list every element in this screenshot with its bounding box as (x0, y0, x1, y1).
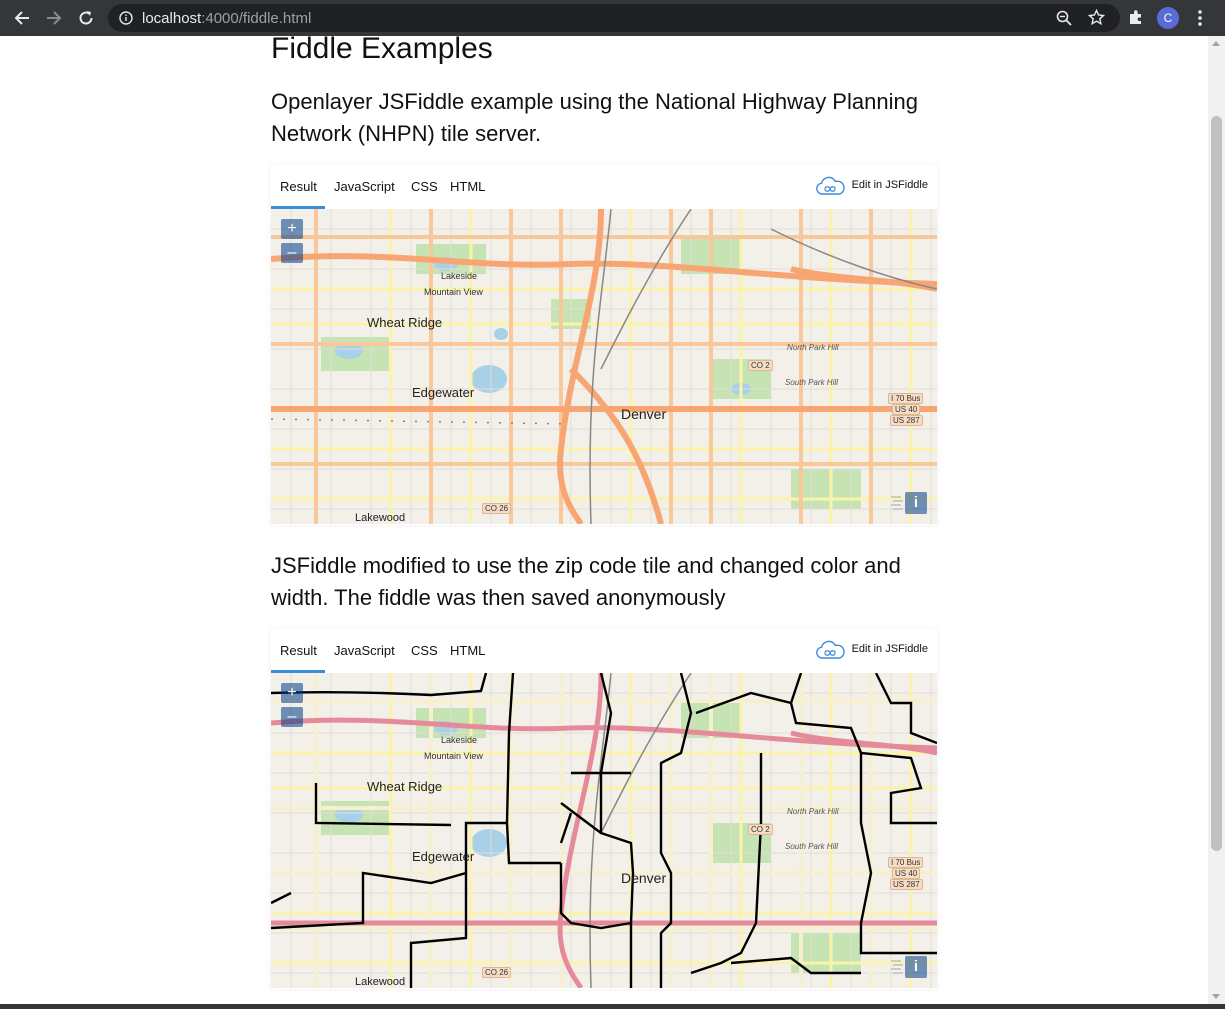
page-title: Fiddle Examples (271, 36, 493, 65)
tab-css[interactable]: CSS (411, 643, 438, 658)
label-denver: Denver (621, 406, 667, 422)
attribution-info-button[interactable]: i (905, 492, 927, 514)
scroll-up-arrow-icon[interactable] (1212, 41, 1220, 46)
tab-result[interactable]: Result (280, 179, 317, 194)
shield-co2: CO 2 (748, 824, 773, 835)
fiddle-tabs: Result JavaScript CSS HTML Edit in JSFid… (271, 165, 937, 209)
label-south-park-hill: South Park Hill (785, 378, 838, 387)
label-north-park-hill: North Park Hill (787, 343, 839, 352)
label-wheat-ridge: Wheat Ridge (367, 779, 443, 794)
label-denver: Denver (621, 870, 667, 886)
jsfiddle-cloud-icon[interactable] (814, 639, 846, 661)
tab-javascript[interactable]: JavaScript (334, 643, 395, 658)
jsfiddle-embed-2: Result JavaScript CSS HTML Edit in JSFid… (271, 629, 937, 989)
jsfiddle-cloud-icon[interactable] (814, 175, 846, 197)
zoom-out-button[interactable]: – (281, 707, 303, 727)
shield-i70bus: I 70 Bus (888, 857, 924, 868)
map-result-1[interactable]: + – Wheat Ridge Edgewater Denver Lakewoo… (271, 209, 937, 524)
second-paragraph: JSFiddle modified to use the zip code ti… (271, 553, 901, 610)
tab-html[interactable]: HTML (450, 643, 485, 658)
map-tiles (271, 209, 937, 524)
info-circle-icon[interactable] (119, 11, 133, 25)
intro-paragraph: Openlayer JSFiddle example using the Nat… (271, 89, 918, 146)
tab-css[interactable]: CSS (411, 179, 438, 194)
tab-javascript[interactable]: JavaScript (334, 179, 395, 194)
scroll-down-arrow-icon[interactable] (1212, 994, 1220, 999)
scrollbar-thumb[interactable] (1211, 116, 1222, 851)
label-north-park-hill: North Park Hill (787, 807, 839, 816)
label-lakeside: Lakeside (441, 271, 478, 281)
attribution-lines-icon (891, 496, 903, 510)
zoom-in-button[interactable]: + (281, 219, 303, 239)
attribution-lines-icon (891, 960, 903, 974)
page-content: Fiddle Examples Openlayer JSFiddle examp… (0, 36, 1208, 1004)
shield-us287: US 287 (890, 879, 923, 890)
shield-us287: US 287 (890, 415, 923, 426)
tab-result[interactable]: Result (280, 643, 317, 658)
map-result-2[interactable]: + – Wheat Ridge Edgewater Denver Lakewoo… (271, 673, 937, 988)
label-mountain-view: Mountain View (424, 287, 483, 297)
map-tiles-zip (271, 673, 937, 988)
shield-co2: CO 2 (748, 360, 773, 371)
browser-toolbar: localhost:4000/fiddle.html C (0, 0, 1225, 36)
shield-co26: CO 26 (482, 967, 512, 978)
label-wheat-ridge: Wheat Ridge (367, 315, 443, 330)
label-lakeside: Lakeside (441, 735, 478, 745)
shield-i70bus: I 70 Bus (888, 393, 924, 404)
zoom-out-button[interactable]: – (281, 243, 303, 263)
zoom-icon[interactable] (1056, 10, 1072, 26)
address-bar[interactable]: localhost:4000/fiddle.html (108, 4, 1120, 32)
tab-html[interactable]: HTML (450, 179, 485, 194)
attribution-info-button[interactable]: i (905, 956, 927, 978)
window-bottom-edge (0, 1004, 1225, 1009)
reload-icon[interactable] (74, 6, 98, 30)
profile-avatar[interactable]: C (1157, 7, 1179, 29)
back-icon[interactable] (10, 6, 34, 30)
label-south-park-hill: South Park Hill (785, 842, 838, 851)
fiddle-tabs: Result JavaScript CSS HTML Edit in JSFid… (271, 629, 937, 673)
edit-in-jsfiddle-link[interactable]: Edit in JSFiddle (852, 643, 928, 655)
edit-in-jsfiddle-link[interactable]: Edit in JSFiddle (852, 179, 928, 191)
url-text: localhost:4000/fiddle.html (142, 10, 312, 27)
kebab-menu-icon[interactable] (1196, 9, 1204, 27)
bookmark-star-icon[interactable] (1088, 9, 1105, 26)
extensions-puzzle-icon[interactable] (1127, 9, 1145, 27)
page-scrollbar[interactable] (1208, 36, 1225, 1004)
label-lakewood: Lakewood (355, 512, 406, 524)
shield-us40: US 40 (892, 404, 921, 415)
jsfiddle-embed-1: Result JavaScript CSS HTML Edit in JSFid… (271, 165, 937, 525)
label-edgewater: Edgewater (412, 385, 475, 400)
zoom-in-button[interactable]: + (281, 683, 303, 703)
shield-us40: US 40 (892, 868, 921, 879)
label-lakewood: Lakewood (355, 976, 406, 988)
shield-co26: CO 26 (482, 503, 512, 514)
label-mountain-view: Mountain View (424, 751, 483, 761)
label-edgewater: Edgewater (412, 849, 475, 864)
forward-icon[interactable] (42, 6, 66, 30)
